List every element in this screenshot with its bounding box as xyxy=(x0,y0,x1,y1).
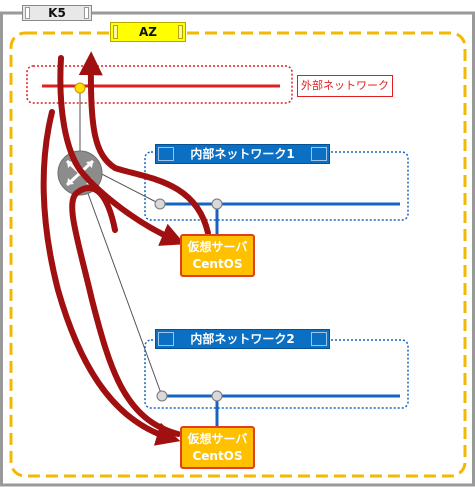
virtual-server-2: 仮想サーバ CentOS xyxy=(180,426,255,469)
internal-network-2-area xyxy=(144,339,409,409)
net2-server-node xyxy=(211,390,223,402)
external-network-label: 外部ネットワーク xyxy=(297,75,393,97)
external-connection-node xyxy=(74,82,86,94)
internal-network-1-tab: 内部ネットワーク1 xyxy=(155,144,330,164)
router-link-net2 xyxy=(85,187,163,397)
internal-network-2-label: 内部ネットワーク2 xyxy=(190,332,295,346)
virtual-server-1: 仮想サーバ CentOS xyxy=(180,234,255,277)
virtual-server-2-title: 仮想サーバ xyxy=(187,432,248,446)
virtual-server-1-title: 仮想サーバ xyxy=(187,240,248,254)
net2-router-node xyxy=(156,390,168,402)
virtual-server-1-os: CentOS xyxy=(192,257,243,271)
k5-region-label: K5 xyxy=(22,5,92,21)
virtual-server-2-os: CentOS xyxy=(192,449,243,463)
net1-server-node xyxy=(211,198,223,210)
internal-network-2-tab: 内部ネットワーク2 xyxy=(155,329,330,349)
availability-zone-label: AZ xyxy=(110,22,186,42)
net1-router-node xyxy=(154,198,166,210)
internal-network-1-label: 内部ネットワーク1 xyxy=(190,147,295,161)
